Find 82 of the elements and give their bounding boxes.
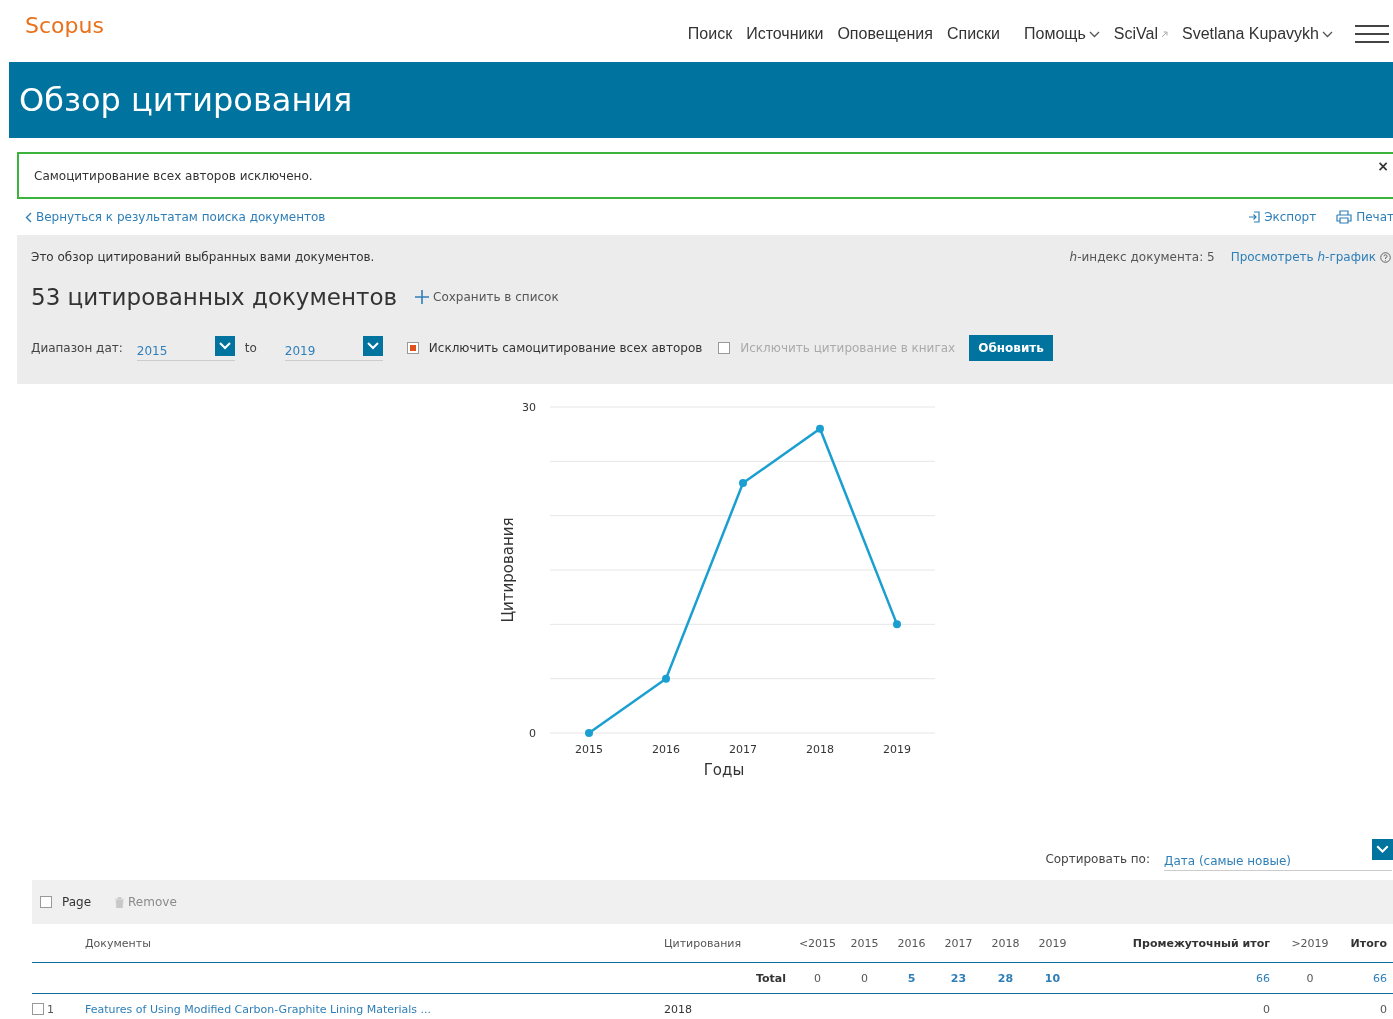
nav-link[interactable]: Списки — [946, 25, 1001, 43]
filter-checkbox[interactable]: Исключить самоцитирование всех авторов — [406, 341, 703, 355]
nav-link[interactable]: Оповещения — [837, 25, 933, 43]
close-button[interactable]: × — [1377, 158, 1389, 174]
date-range-label: Диапазон дат: — [31, 341, 123, 355]
nav-link[interactable]: Поиск — [687, 25, 733, 43]
save-to-list-link[interactable]: Сохранить в список — [415, 290, 559, 304]
x-tick-label: 2017 — [729, 743, 757, 756]
h-index-text: h-индекс документа: 5 — [1069, 250, 1215, 264]
chevron-down-icon — [1322, 30, 1333, 38]
trash-icon — [115, 896, 125, 908]
total-count-link[interactable]: 28 — [982, 971, 1029, 985]
point — [662, 674, 670, 683]
column-header: 2019 — [1037, 936, 1068, 950]
nav-link[interactable]: Svetlana Kupavykh — [1182, 25, 1333, 43]
plus-icon — [415, 290, 430, 304]
nav-link[interactable]: Помощь — [1024, 25, 1100, 43]
nav-link[interactable]: Источники — [746, 25, 824, 43]
column-header: >2019 — [1290, 936, 1330, 950]
y-tick-label: 0 — [529, 727, 536, 740]
publication-year: 2018 — [664, 1002, 693, 1016]
total-count-link[interactable]: 10 — [1029, 971, 1076, 985]
row-number: 1 — [47, 1002, 54, 1016]
x-tick-label: 2019 — [883, 743, 911, 756]
x-axis-title: Годы — [703, 761, 745, 779]
update-button[interactable]: Обновить — [969, 335, 1053, 361]
chevron-left-icon — [25, 211, 32, 223]
page-title: Обзор цитирования — [19, 81, 353, 119]
to-year-select[interactable]: 2019 — [284, 335, 383, 361]
printer-icon — [1336, 210, 1353, 224]
total-count: 0 — [1379, 1002, 1387, 1016]
column-header: 2016 — [896, 936, 927, 950]
total-count: 0 — [813, 971, 822, 985]
subtotal-count: 0 — [1262, 1002, 1270, 1016]
chevron-down-icon — [1088, 30, 1100, 38]
total-label: Total — [754, 971, 787, 985]
point — [739, 479, 747, 488]
column-header: 2018 — [990, 936, 1021, 950]
page-checkbox[interactable]: Page — [40, 895, 92, 909]
help-icon — [1380, 251, 1391, 263]
h-graph-link[interactable]: Просмотреть h-график — [1230, 250, 1391, 264]
nav-link[interactable]: SciVal — [1113, 25, 1168, 43]
column-header: 2017 — [943, 936, 974, 950]
document-title-link[interactable]: Features of Using Modified Carbon-Graphite Lining Materials ... — [84, 1002, 664, 1016]
dropdown-icon — [214, 335, 235, 356]
total-count: 0 — [860, 971, 869, 985]
total-count-link[interactable]: 66 — [1350, 971, 1387, 985]
alert-message: Самоцитирование всех авторов исключено. — [34, 168, 313, 183]
y-axis-title: Цитирования — [499, 517, 517, 623]
external-link-icon — [1161, 30, 1168, 38]
x-tick-label: 2015 — [575, 743, 603, 756]
documents-heading: 53 цитированных документов — [31, 284, 398, 310]
export-icon — [1248, 211, 1261, 223]
print-link[interactable]: Печат — [1336, 210, 1393, 224]
x-tick-label: 2018 — [806, 743, 834, 756]
x-tick-label: 2016 — [652, 743, 680, 756]
back-link[interactable]: Вернуться к результатам поиска документов — [25, 210, 326, 224]
total-count-link[interactable]: 66 — [1076, 971, 1270, 985]
export-link[interactable]: Экспорт — [1248, 210, 1317, 224]
point — [816, 424, 824, 433]
dropdown-icon — [362, 335, 383, 356]
column-header: <2015 — [797, 936, 838, 950]
column-header: Итого — [1350, 936, 1387, 950]
scopus-logo[interactable]: Scopus — [25, 12, 104, 38]
point — [585, 729, 593, 737]
y-tick-label: 30 — [522, 401, 536, 414]
row-checkbox[interactable] — [32, 1003, 44, 1015]
total-count-link[interactable]: 23 — [935, 971, 982, 985]
dropdown-icon[interactable] — [1372, 838, 1393, 860]
point — [893, 620, 901, 629]
column-header: 2015 — [849, 936, 880, 950]
remove-button[interactable]: Remove — [115, 895, 177, 909]
menu-icon[interactable] — [1355, 24, 1389, 44]
from-year-select[interactable]: 2015 — [136, 335, 235, 361]
overview-intro: Это обзор цитирований выбранных вами документов. — [31, 250, 376, 264]
column-header: Документы — [84, 936, 152, 950]
column-header: Цитирования — [664, 936, 743, 950]
to-label: to — [244, 341, 257, 355]
sort-label: Сортировать по: — [1045, 852, 1150, 866]
total-count-link[interactable]: 5 — [888, 971, 935, 985]
total-count: 0 — [1305, 971, 1315, 985]
column-header: Промежуточный итог — [1131, 936, 1270, 950]
